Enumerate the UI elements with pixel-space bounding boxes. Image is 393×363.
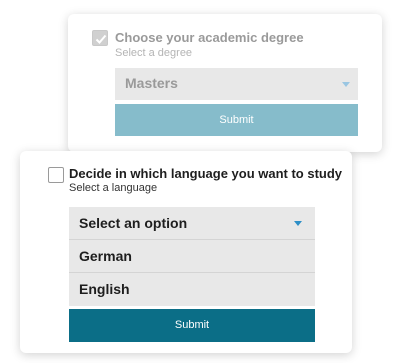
language-select-placeholder: Select an option	[79, 215, 188, 231]
degree-select[interactable]: Masters	[115, 68, 358, 100]
language-submit-button[interactable]: Submit	[69, 309, 315, 342]
language-checkbox[interactable]	[48, 167, 64, 183]
check-icon	[95, 34, 107, 44]
language-question-card: Decide in which language you want to stu…	[20, 151, 352, 353]
degree-question-card: Choose your academic degree Select a deg…	[68, 14, 382, 152]
degree-question-subtitle: Select a degree	[115, 47, 193, 59]
degree-checkbox[interactable]	[92, 30, 108, 46]
language-select[interactable]: Select an option	[69, 207, 315, 240]
language-question-title: Decide in which language you want to stu…	[69, 166, 343, 181]
language-question-subtitle: Select a language	[69, 182, 158, 194]
degree-submit-button[interactable]: Submit	[115, 104, 358, 136]
language-option-english[interactable]: English	[69, 273, 315, 306]
degree-question-title: Choose your academic degree	[115, 30, 304, 45]
degree-select-value: Masters	[125, 75, 178, 91]
caret-down-icon	[342, 82, 350, 87]
language-option-german[interactable]: German	[69, 240, 315, 273]
caret-down-icon	[294, 221, 302, 226]
